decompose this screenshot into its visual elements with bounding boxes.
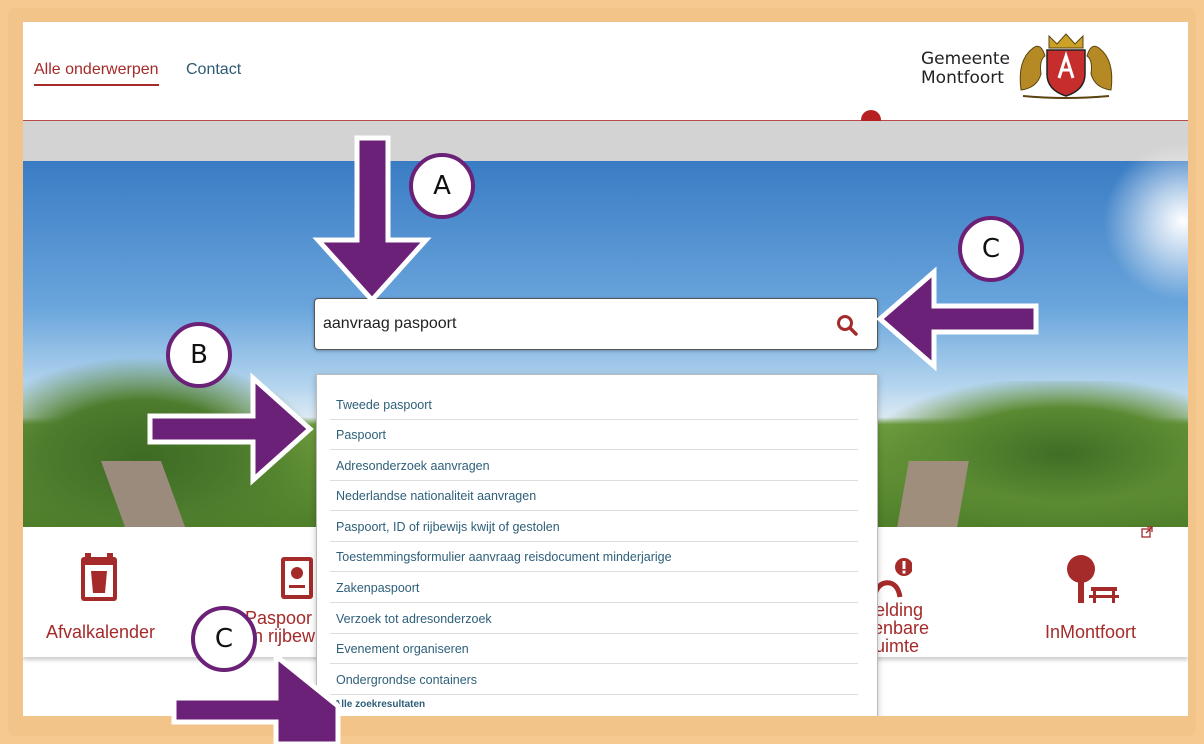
search-bar <box>314 298 878 350</box>
nav-all-topics[interactable]: Alle onderwerpen <box>34 61 159 86</box>
tile-label-melding-2: enbare <box>873 618 930 638</box>
tile-label-inmontfoort: InMontfoort <box>1044 622 1137 642</box>
suggestion-item[interactable]: Tweede paspoort <box>330 390 858 420</box>
grey-band <box>23 121 1188 161</box>
sun-glare <box>1103 141 1188 301</box>
suggestion-item[interactable]: Nederlandse nationaliteit aanvragen <box>330 481 858 511</box>
annotation-label-c-top: C <box>958 216 1024 282</box>
suggestion-item[interactable]: Ondergrondse containers <box>330 665 858 695</box>
logo-line-1: Gemeente <box>921 49 1011 69</box>
suggestion-item[interactable]: Verzoek tot adresonderzoek <box>330 604 858 634</box>
search-suggestions: Tweede paspoort Paspoort Adresonderzoek … <box>316 374 878 716</box>
nav-contact[interactable]: Contact <box>186 61 241 79</box>
tile-label-afvalkalender: Afvalkalender <box>45 622 156 642</box>
tree-bench-icon <box>1067 555 1119 603</box>
suggestion-item[interactable]: Zakenpaspoort <box>330 573 858 603</box>
hero-path-right <box>897 461 969 527</box>
annotation-label-a: A <box>409 153 475 219</box>
passport-icon <box>281 557 313 599</box>
logo-line-2: Montfoort <box>921 68 1004 88</box>
suggestion-item[interactable]: Adresonderzoek aanvragen <box>330 451 858 481</box>
site-logo-text[interactable]: Gemeente Montfoort <box>921 50 1010 88</box>
suggestion-item[interactable]: Paspoort, ID of rijbewijs kwijt of gesto… <box>330 512 858 542</box>
tile-label-melding-1: elding <box>875 600 924 620</box>
suggestion-item[interactable]: Paspoort <box>330 420 858 450</box>
suggestion-item[interactable]: Toestemmingsformulier aanvraag reisdocum… <box>330 542 858 572</box>
all-results-link[interactable]: Alle zoekresultaten <box>334 699 425 710</box>
tile-label-melding-3: uimte <box>875 636 920 656</box>
external-link-icon[interactable] <box>1141 526 1153 538</box>
suggestion-item[interactable]: Evenement organiseren <box>330 634 858 664</box>
annotation-label-b: B <box>166 322 232 388</box>
coat-of-arms-icon[interactable] <box>1013 30 1119 100</box>
annotation-label-c-bottom: C <box>191 606 257 672</box>
waste-bin-icon <box>81 553 117 601</box>
site-header: Alle onderwerpen Contact Gemeente Montfo… <box>23 22 1188 121</box>
search-icon[interactable] <box>836 314 858 336</box>
tile-label-paspoort-1: Paspoor <box>245 608 313 628</box>
search-input[interactable] <box>321 301 825 347</box>
